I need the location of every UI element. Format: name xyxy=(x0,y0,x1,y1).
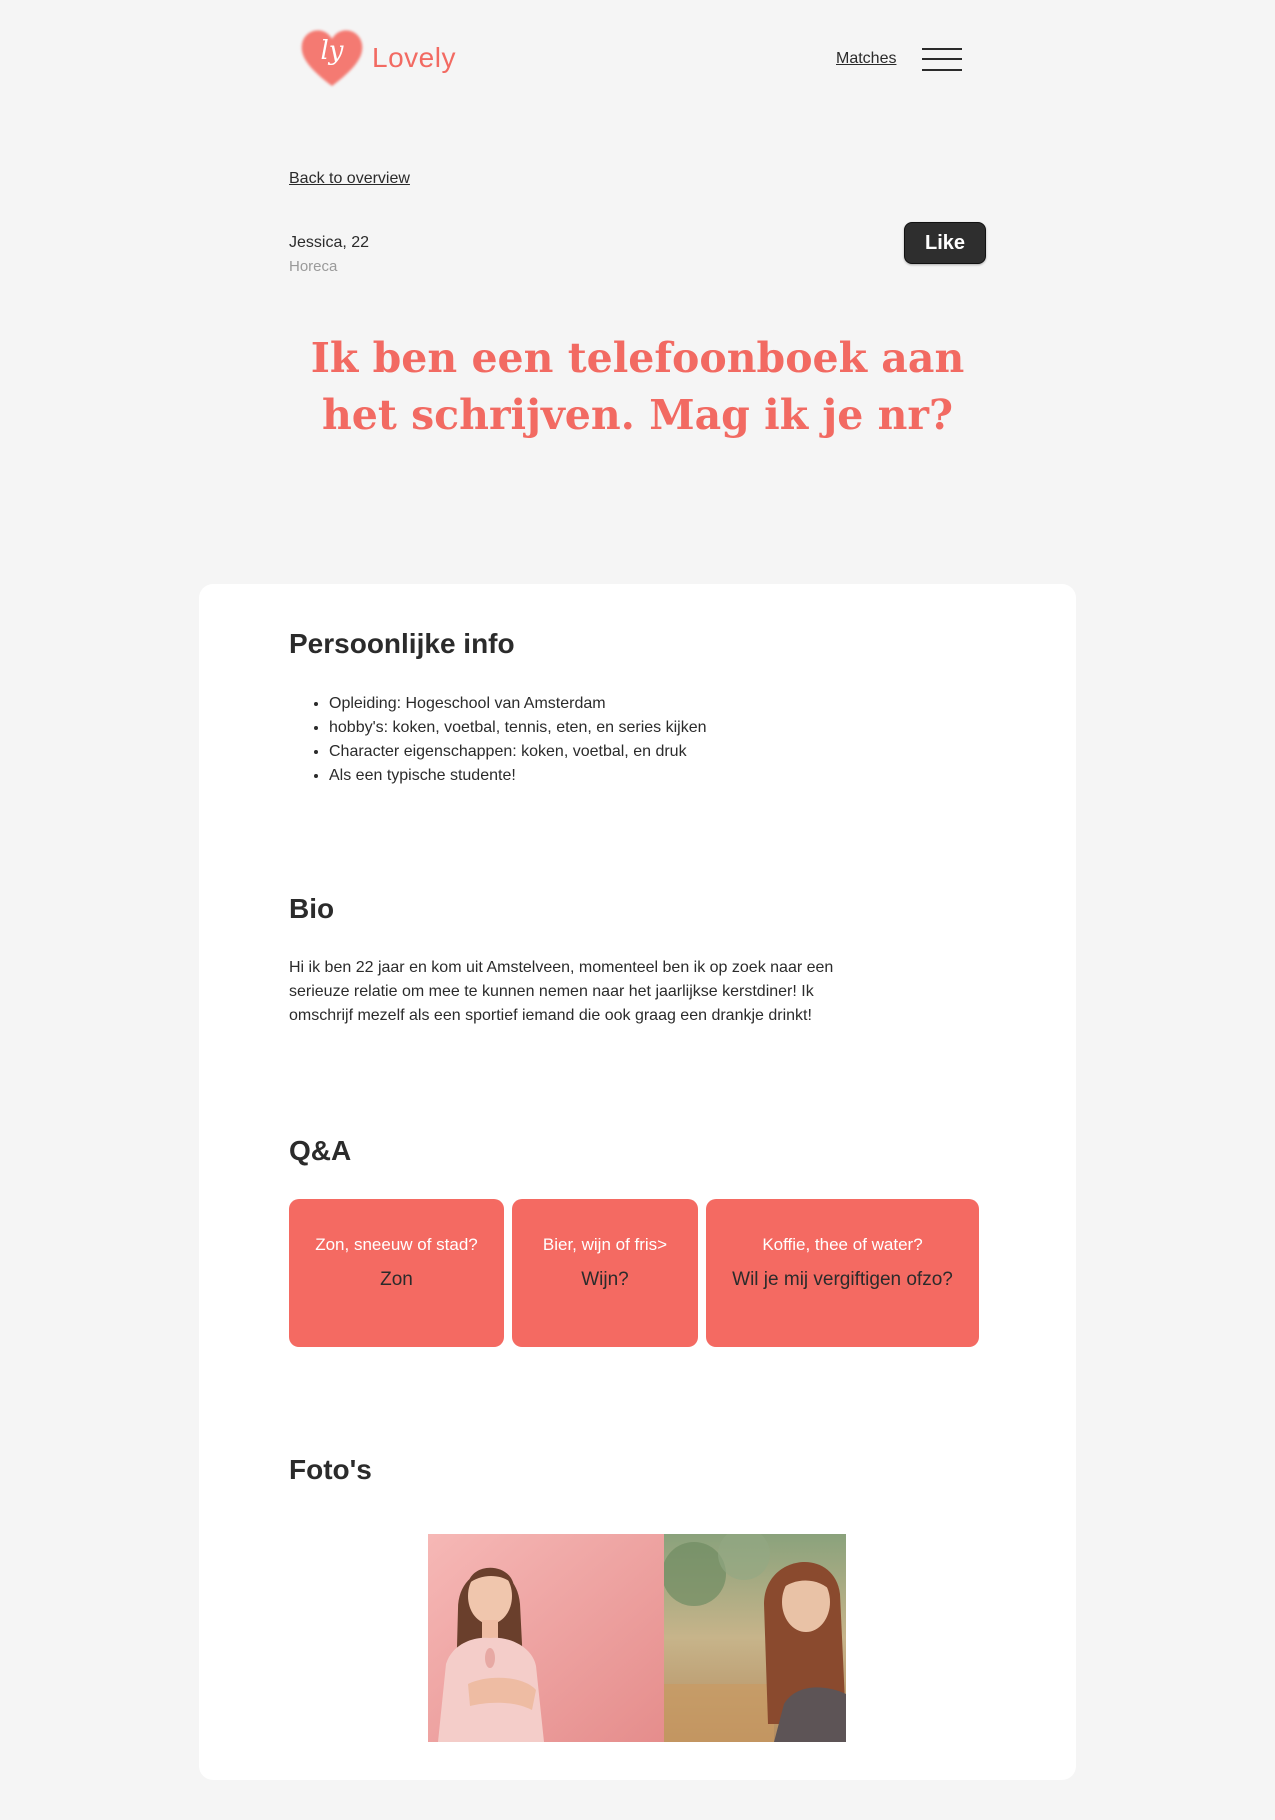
qa-card: Bier, wijn of fris> Wijn? xyxy=(512,1199,698,1347)
logo-text: Lovely xyxy=(372,42,456,73)
profile-name-age: Jessica, 22 xyxy=(289,234,370,251)
profile-card: Persoonlijke info Opleiding: Hogeschool … xyxy=(199,584,1076,1780)
list-item: hobby's: koken, voetbal, tennis, eten, e… xyxy=(329,716,707,740)
qa-card: Zon, sneeuw of stad? Zon xyxy=(289,1199,504,1347)
qa-answer: Wijn? xyxy=(581,1269,629,1290)
profile-headline: Ik ben een telefoonboek aan het schrijve… xyxy=(310,334,965,439)
personal-info-list: Opleiding: Hogeschool van Amsterdam hobb… xyxy=(289,692,707,788)
bio-text: Hi ik ben 22 jaar en kom uit Amstelveen,… xyxy=(289,959,834,1024)
profile-photo-1[interactable] xyxy=(428,1534,664,1742)
profile-occupation: Horeca xyxy=(289,258,338,275)
list-item: Character eigenschappen: koken, voetbal,… xyxy=(329,740,707,764)
like-button[interactable]: Like xyxy=(904,222,986,264)
qa-answer: Wil je mij vergiftigen ofzo? xyxy=(732,1269,953,1290)
qa-title: Q&A xyxy=(289,1135,352,1166)
photos-title: Foto's xyxy=(289,1454,372,1485)
qa-question: Koffie, thee of water? xyxy=(762,1235,923,1254)
bio-title: Bio xyxy=(289,893,335,924)
qa-question: Zon, sneeuw of stad? xyxy=(315,1235,478,1254)
logo[interactable]: ly Lovely xyxy=(298,26,456,90)
qa-question: Bier, wijn of fris> xyxy=(542,1235,668,1254)
back-to-overview-link[interactable]: Back to overview xyxy=(289,170,410,188)
qa-card: Koffie, thee of water? Wil je mij vergif… xyxy=(706,1199,979,1347)
profile-photo-2[interactable] xyxy=(664,1534,846,1742)
logo-mark: ly xyxy=(320,36,344,66)
list-item: Als een typische studente! xyxy=(329,764,707,788)
list-item: Opleiding: Hogeschool van Amsterdam xyxy=(329,692,707,716)
nav-matches-link[interactable]: Matches xyxy=(836,50,896,68)
hamburger-menu-icon[interactable] xyxy=(922,48,962,72)
heart-logo-icon: ly xyxy=(298,26,366,90)
personal-info-title: Persoonlijke info xyxy=(289,628,515,659)
qa-answer: Zon xyxy=(380,1269,413,1290)
